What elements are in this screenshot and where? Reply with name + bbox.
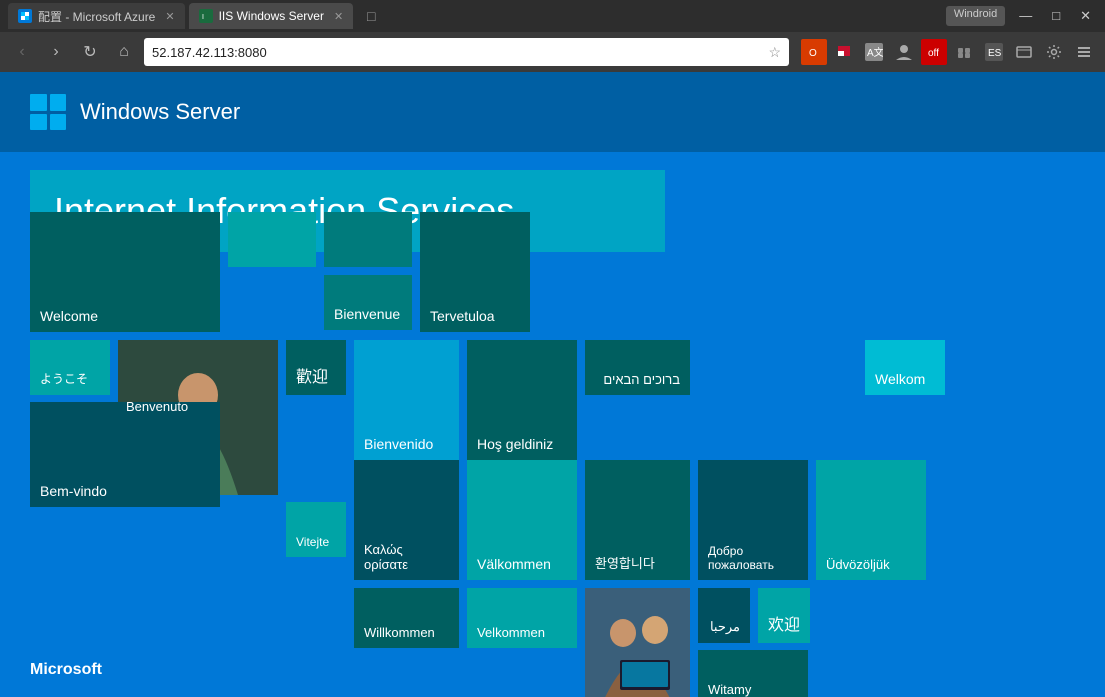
- tile-welcome[interactable]: Welcome: [30, 212, 220, 332]
- windows-header: Windows Server: [0, 72, 1105, 152]
- menu-icon[interactable]: [1071, 39, 1097, 65]
- new-tab-button[interactable]: □: [357, 3, 385, 29]
- tab-azure[interactable]: 配置 - Microsoft Azure ✕: [8, 3, 185, 29]
- tile-kalos-text: Καλώς ορίσατε: [364, 542, 449, 572]
- tile-willkommen[interactable]: Willkommen: [354, 588, 459, 648]
- svg-text:A文: A文: [867, 46, 883, 59]
- tile-velkommen[interactable]: Velkommen: [467, 588, 577, 648]
- minimize-button[interactable]: —: [1013, 6, 1038, 26]
- page-content: Windows Server Internet Information Serv…: [0, 72, 1105, 697]
- tile-huanying2[interactable]: 欢迎: [758, 588, 810, 643]
- svg-text:ES: ES: [988, 48, 1002, 59]
- address-bar[interactable]: 52.187.42.113:8080 ☆: [144, 38, 789, 66]
- title-bar-tabs: 配置 - Microsoft Azure ✕ I IIS Windows Ser…: [8, 3, 385, 29]
- user-icon[interactable]: [891, 39, 917, 65]
- tab-close-iis[interactable]: ✕: [334, 10, 343, 23]
- tile-bienvenue-text: Bienvenue: [334, 306, 400, 322]
- svg-text:O: O: [809, 48, 817, 59]
- tab-label-azure: 配置 - Microsoft Azure: [38, 8, 155, 25]
- tile-hosgeldiniz-text: Hoş geldiniz: [477, 436, 553, 452]
- tile-valkommen[interactable]: Välkommen: [467, 460, 577, 580]
- tile-hosgeldiniz[interactable]: Hoş geldiniz: [467, 340, 577, 460]
- screenshot-icon[interactable]: [1011, 39, 1037, 65]
- forward-button[interactable]: ›: [42, 38, 70, 66]
- header-title: Windows Server: [80, 99, 240, 125]
- tile-vitejte[interactable]: Vitejte: [286, 502, 346, 557]
- puzzle-icon[interactable]: [951, 39, 977, 65]
- svg-text:I: I: [202, 14, 204, 21]
- tile-welcome-text: Welcome: [40, 308, 98, 324]
- tile-huanying[interactable]: 歡迎: [286, 340, 346, 395]
- maximize-button[interactable]: □: [1046, 6, 1066, 26]
- tab-iis[interactable]: I IIS Windows Server ✕: [189, 3, 354, 29]
- new-tab-icon: □: [367, 8, 375, 24]
- bookmark-icon[interactable]: ☆: [768, 44, 781, 61]
- tile-bruchim-text: ברוכים הבאים: [603, 372, 680, 387]
- browser-window: 配置 - Microsoft Azure ✕ I IIS Windows Ser…: [0, 0, 1105, 697]
- tile-velkommen-text: Velkommen: [477, 625, 545, 640]
- tile-photo-2: [585, 588, 690, 697]
- tile-willkommen-text: Willkommen: [364, 625, 435, 640]
- flag-icon[interactable]: [831, 39, 857, 65]
- refresh-button[interactable]: ↻: [76, 38, 104, 66]
- svg-text:off: off: [928, 48, 939, 59]
- nav-bar: ‹ › ↻ ⌂ 52.187.42.113:8080 ☆ O A文 off: [0, 32, 1105, 72]
- tiles-area: Welcome Bienvenue Tervetuloa ようこそ: [30, 212, 1105, 697]
- tile-bruchim[interactable]: ברוכים הבאים: [585, 340, 690, 395]
- close-button[interactable]: ✕: [1074, 6, 1097, 26]
- tile-tervetuloa[interactable]: Tervetuloa: [420, 212, 530, 332]
- home-button[interactable]: ⌂: [110, 38, 138, 66]
- tab-close-azure[interactable]: ✕: [165, 10, 174, 23]
- office-icon[interactable]: O: [801, 39, 827, 65]
- tile-bienvenue[interactable]: Bienvenue: [324, 275, 412, 330]
- tile-tervetuloa-text: Tervetuloa: [430, 308, 495, 324]
- tab-label-iis: IIS Windows Server: [219, 9, 324, 23]
- tile-welkom-text: Welkom: [875, 371, 925, 387]
- tile-small-2[interactable]: [324, 212, 412, 267]
- title-bar: 配置 - Microsoft Azure ✕ I IIS Windows Ser…: [0, 0, 1105, 32]
- tile-bemvindo[interactable]: Bem-vindo: [30, 402, 220, 507]
- tile-dobro[interactable]: Добро пожаловать: [698, 460, 808, 580]
- windows-logo-icon: [30, 94, 66, 130]
- tile-bienvenido-text: Bienvenido: [364, 436, 433, 452]
- settings-icon[interactable]: [1041, 39, 1067, 65]
- toolbar-icons: O A文 off ES: [801, 39, 1097, 65]
- translate-icon[interactable]: A文: [861, 39, 887, 65]
- footer-text: Microsoft: [30, 661, 102, 678]
- tile-bienvenido[interactable]: Bienvenido: [354, 340, 459, 460]
- tile-dobro-text: Добро пожаловать: [708, 544, 798, 572]
- address-text: 52.187.42.113:8080: [152, 45, 768, 60]
- tile-witamy[interactable]: Witamy: [698, 650, 808, 697]
- tile-marhaba-text: مرحبا: [710, 619, 740, 635]
- tile-kalos[interactable]: Καλώς ορίσατε: [354, 460, 459, 580]
- title-bar-controls: Windroid — □ ✕: [946, 6, 1097, 26]
- tile-valkommen-text: Välkommen: [477, 556, 551, 572]
- tile-small-1[interactable]: [228, 212, 316, 267]
- tab-favicon-azure: [18, 9, 32, 23]
- back-button[interactable]: ‹: [8, 38, 36, 66]
- tile-bemvindo-text: Bem-vindo: [40, 483, 107, 499]
- tile-huanying2-text: 欢迎: [768, 611, 800, 635]
- tile-udvozoljuk[interactable]: Üdvözöljük: [816, 460, 926, 580]
- photo-2-svg: [585, 588, 690, 697]
- tile-hwanyeong-text: 환영합니다: [595, 553, 655, 572]
- tile-hwanyeong[interactable]: 환영합니다: [585, 460, 690, 580]
- shield-icon[interactable]: off: [921, 39, 947, 65]
- windroid-label: Windroid: [946, 6, 1005, 26]
- lang-icon[interactable]: ES: [981, 39, 1007, 65]
- tile-witamy-text: Witamy: [708, 682, 751, 697]
- tab-favicon-iis: I: [199, 9, 213, 23]
- tile-udvozoljuk-text: Üdvözöljük: [826, 557, 890, 572]
- tile-marhaba[interactable]: مرحبا: [698, 588, 750, 643]
- tile-youkoso[interactable]: ようこそ: [30, 340, 110, 395]
- tile-huanying-text: 歡迎: [296, 363, 328, 387]
- footer-microsoft: Microsoft: [30, 661, 102, 679]
- tile-vitejte-text: Vitejte: [296, 535, 329, 549]
- tile-welkom[interactable]: Welkom: [865, 340, 945, 395]
- tile-youkoso-text: ようこそ: [40, 370, 88, 387]
